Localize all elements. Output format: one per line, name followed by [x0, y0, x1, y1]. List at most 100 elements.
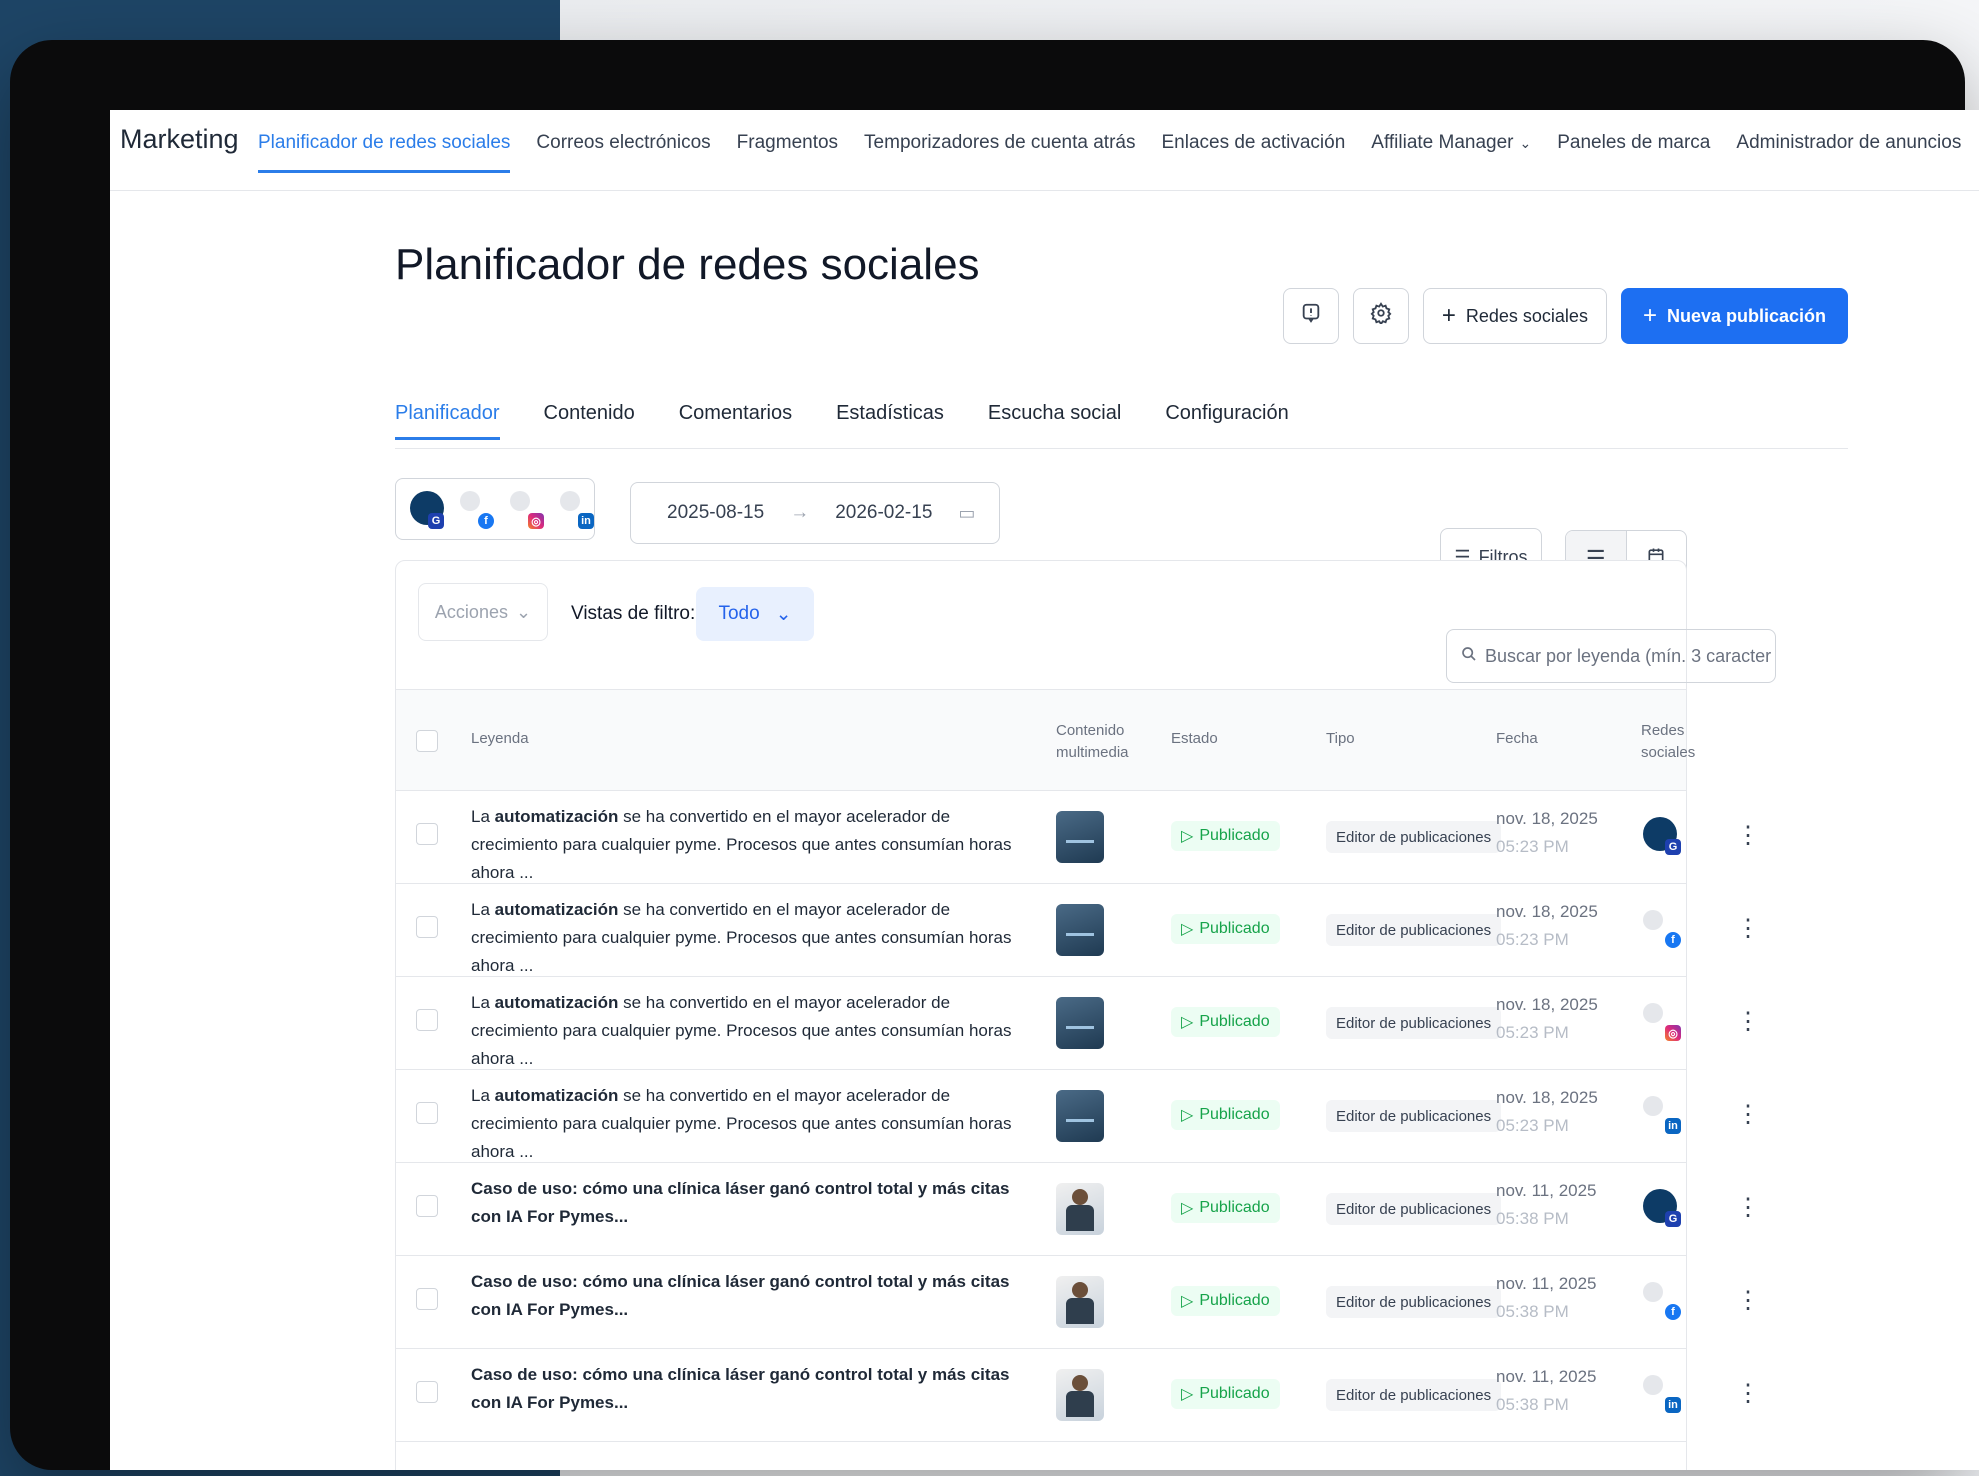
new-post-button[interactable]: + Nueva publicación	[1620, 288, 1848, 344]
table-row[interactable]: La automatización se ha convertido en el…	[396, 884, 1760, 977]
media-thumbnail[interactable]	[1056, 997, 1104, 1049]
row-date: nov. 18, 2025 05:23 PM	[1496, 1084, 1598, 1140]
table-row[interactable]: La automatización se ha convertido en el…	[396, 977, 1760, 1070]
date-end: 2026-02-15	[835, 502, 933, 523]
date-range-picker[interactable]: 2025-08-15 → 2026-02-15 ▭	[630, 482, 1000, 544]
more-options-icon[interactable]: ⋮	[1736, 821, 1760, 850]
feedback-button[interactable]	[1282, 288, 1339, 344]
table-row[interactable]: La automatización se ha convertido en el…	[396, 1070, 1760, 1166]
sub-tab-1[interactable]: Contenido	[544, 402, 635, 440]
row-checkbox[interactable]	[416, 1288, 438, 1310]
top-tabs: Planificador de redes sociales Correos el…	[258, 132, 1979, 173]
facebook-account-avatar: f	[458, 489, 494, 529]
plus-icon: +	[1441, 302, 1456, 329]
caption-bold: automatización	[494, 1086, 619, 1105]
row-checkbox[interactable]	[416, 1009, 438, 1031]
media-thumbnail[interactable]	[1056, 904, 1104, 956]
row-caption: La automatización se ha convertido en el…	[471, 803, 1031, 887]
status-badge: ▷ Publicado	[1171, 821, 1280, 851]
row-caption: La automatización se ha convertido en el…	[471, 1082, 1031, 1166]
media-thumbnail[interactable]	[1056, 1183, 1104, 1235]
time-value: 05:38 PM	[1496, 1209, 1569, 1228]
facebook-network-avatar: f	[1641, 908, 1685, 952]
arrow-right-icon: →	[790, 502, 810, 523]
play-icon: ▷	[1181, 921, 1194, 938]
feedback-icon	[1300, 302, 1322, 330]
status-badge: ▷ Publicado	[1171, 1100, 1280, 1130]
row-caption: Caso de uso: cómo una clínica láser ganó…	[471, 1175, 1031, 1231]
table-row[interactable]: La automatización se ha convertido en el…	[396, 791, 1760, 887]
caption-bold: automatización	[494, 807, 619, 826]
filter-view-select[interactable]: Todo ⌄	[696, 587, 814, 641]
top-tab-7[interactable]: Administrador de anuncios	[1736, 132, 1961, 173]
type-badge: Editor de publicaciones	[1326, 1379, 1502, 1411]
account-selector[interactable]: G f ◎ in	[395, 478, 595, 540]
select-all-checkbox[interactable]	[416, 730, 438, 752]
time-value: 05:23 PM	[1496, 930, 1569, 949]
column-leyenda: Leyenda	[471, 730, 529, 747]
sub-tab-2[interactable]: Comentarios	[679, 402, 792, 440]
play-icon: ▷	[1181, 828, 1194, 845]
sub-tab-4[interactable]: Escucha social	[988, 402, 1121, 440]
media-thumbnail[interactable]	[1056, 811, 1104, 863]
row-checkbox[interactable]	[416, 1195, 438, 1217]
column-redes: Redes sociales	[1641, 722, 1696, 761]
status-badge: ▷ Publicado	[1171, 1007, 1280, 1037]
row-checkbox[interactable]	[416, 1102, 438, 1124]
sub-tab-5[interactable]: Configuración	[1165, 402, 1288, 440]
table-row[interactable]: Caso de uso: cómo una clínica láser ganó…	[396, 1349, 1760, 1442]
row-checkbox[interactable]	[416, 823, 438, 845]
top-tab-label: Affiliate Manager	[1371, 132, 1514, 153]
google-business-account-avatar: G	[408, 489, 444, 529]
more-options-icon[interactable]: ⋮	[1736, 914, 1760, 943]
search-placeholder: Buscar por leyenda (mín. 3 caracter	[1485, 645, 1772, 666]
top-tab-0[interactable]: Planificador de redes sociales	[258, 132, 511, 173]
more-options-icon[interactable]: ⋮	[1736, 1100, 1760, 1129]
column-contenido: Contenido multimedia	[1056, 722, 1129, 761]
type-badge: Editor de publicaciones	[1326, 914, 1502, 946]
actions-dropdown[interactable]: Acciones ⌄	[418, 583, 548, 641]
date-value: nov. 18, 2025	[1496, 809, 1598, 828]
search-input[interactable]: Buscar por leyenda (mín. 3 caracter	[1446, 629, 1776, 683]
sub-tab-0[interactable]: Planificador	[395, 402, 500, 440]
date-start: 2025-08-15	[667, 502, 765, 523]
media-thumbnail[interactable]	[1056, 1276, 1104, 1328]
brand-label: Marketing	[120, 124, 239, 154]
top-tab-4[interactable]: Enlaces de activación	[1161, 132, 1345, 173]
date-value: nov. 18, 2025	[1496, 995, 1598, 1014]
table-row[interactable]: Caso de uso: cómo una clínica láser ganó…	[396, 1163, 1760, 1256]
table-row[interactable]: Caso de uso: cómo una clínica láser ganó…	[396, 1256, 1760, 1349]
media-thumbnail[interactable]	[1056, 1369, 1104, 1421]
top-tab-5[interactable]: Affiliate Manager ⌄	[1371, 132, 1531, 173]
top-tab-6[interactable]: Paneles de marca	[1557, 132, 1710, 173]
top-tab-3[interactable]: Temporizadores de cuenta atrás	[864, 132, 1135, 173]
top-tab-label: Enlaces de activación	[1161, 132, 1346, 153]
facebook-network-avatar: f	[1641, 1280, 1685, 1324]
plus-icon: +	[1642, 302, 1657, 329]
top-tab-2[interactable]: Fragmentos	[737, 132, 838, 173]
more-options-icon[interactable]: ⋮	[1736, 1379, 1760, 1408]
row-checkbox[interactable]	[416, 916, 438, 938]
column-estado: Estado	[1171, 730, 1218, 747]
more-options-icon[interactable]: ⋮	[1736, 1007, 1760, 1036]
top-tab-label: Planificador de redes sociales	[258, 132, 511, 153]
row-caption: Caso de uso: cómo una clínica láser ganó…	[471, 1268, 1031, 1324]
type-badge: Editor de publicaciones	[1326, 1100, 1502, 1132]
top-tab-label: Administrador de anuncios	[1736, 132, 1962, 153]
posts-table-card: Acciones ⌄ Vistas de filtro: Todo ⌄ Busc…	[395, 560, 1776, 1470]
media-thumbnail[interactable]	[1056, 1090, 1104, 1142]
top-tab-1[interactable]: Correos electrónicos	[536, 132, 710, 173]
settings-button[interactable]	[1352, 288, 1409, 344]
play-icon: ▷	[1181, 1386, 1194, 1403]
row-caption: Caso de uso: cómo una clínica láser ganó…	[471, 1361, 1031, 1417]
linkedin-network-avatar: in	[1641, 1094, 1685, 1138]
row-checkbox[interactable]	[416, 1381, 438, 1403]
add-social-networks-button[interactable]: + Redes sociales	[1422, 288, 1607, 344]
sub-tab-3[interactable]: Estadísticas	[836, 402, 944, 440]
more-options-icon[interactable]: ⋮	[1736, 1286, 1760, 1315]
play-icon: ▷	[1181, 1014, 1194, 1031]
header-actions: + Redes sociales + Nueva publicación	[1282, 288, 1848, 344]
sub-tabs-divider	[395, 448, 1848, 449]
more-options-icon[interactable]: ⋮	[1736, 1193, 1760, 1222]
date-value: nov. 11, 2025	[1496, 1367, 1597, 1386]
